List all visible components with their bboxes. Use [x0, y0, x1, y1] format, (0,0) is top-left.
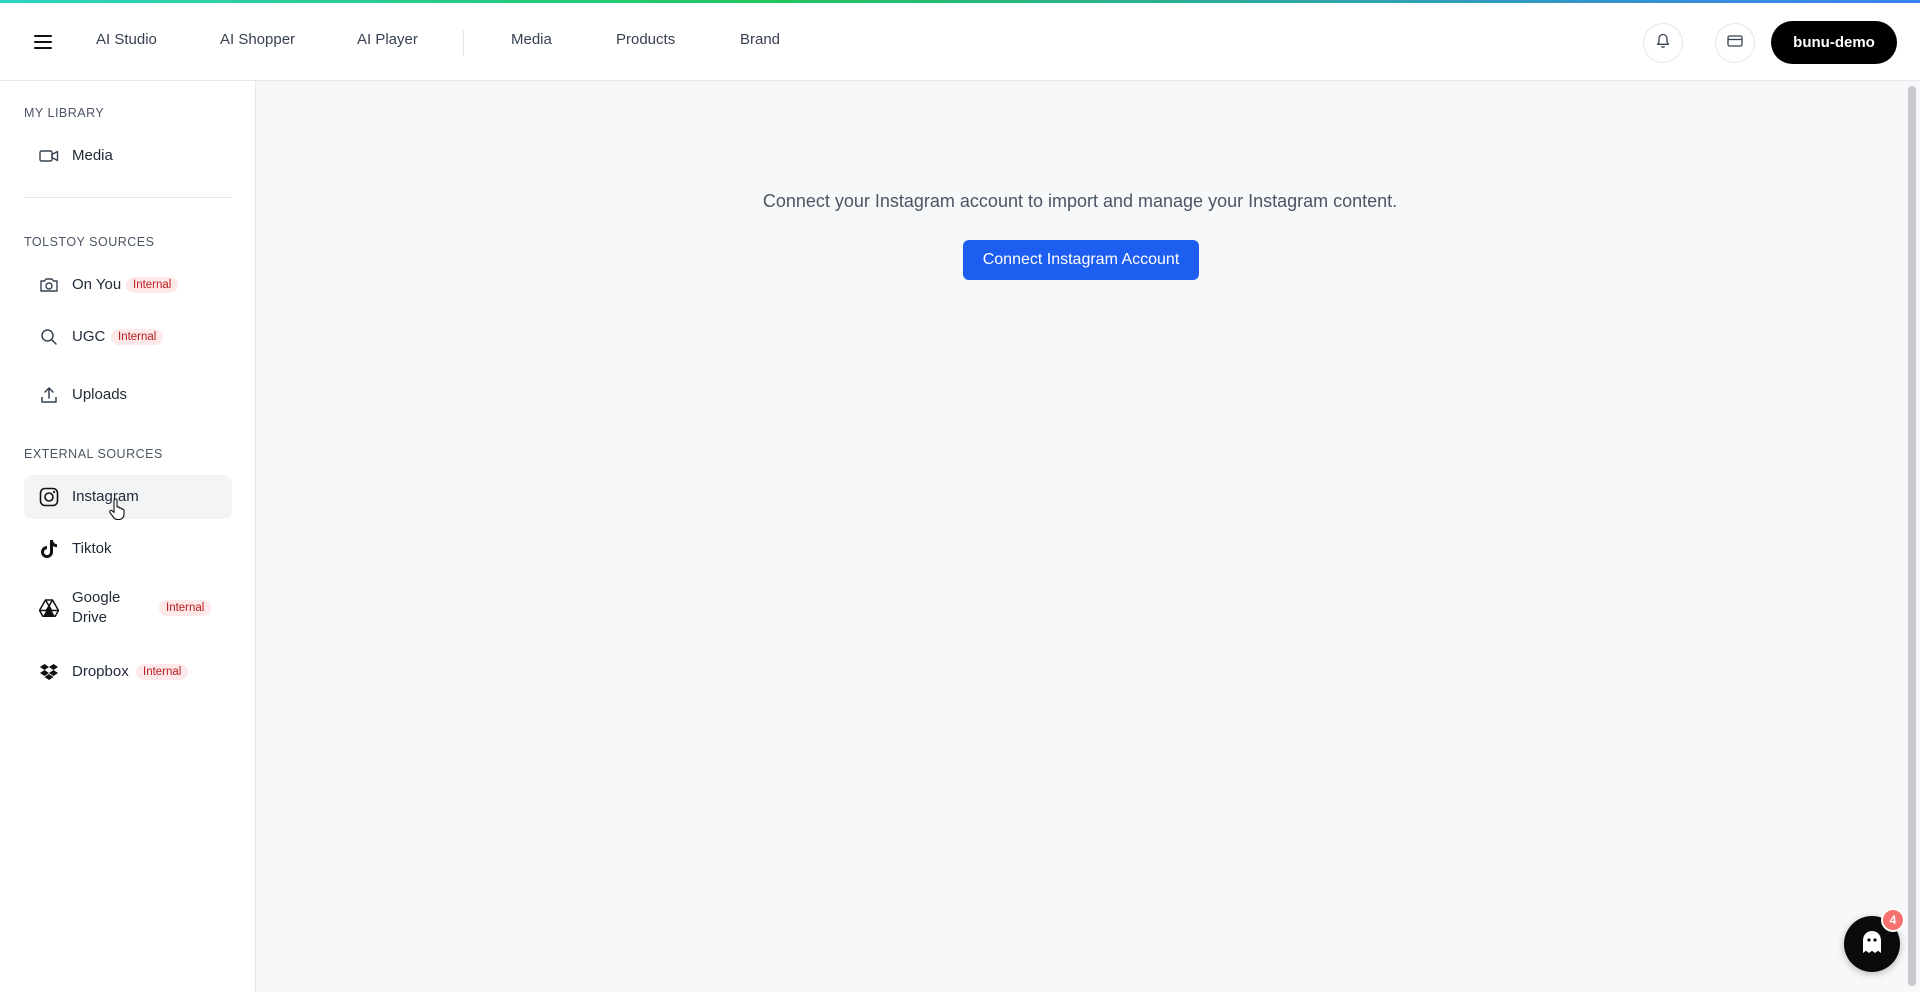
billing-button[interactable] — [1715, 23, 1755, 63]
sidebar-item-label: UGC — [72, 328, 106, 345]
sidebar-divider — [24, 197, 232, 198]
search-icon — [39, 327, 59, 347]
sidebar-item-uploads[interactable]: Uploads — [24, 373, 232, 417]
sidebar-item-label: Dropbox — [72, 663, 129, 680]
hand-cursor-icon — [108, 498, 126, 521]
hamburger-icon[interactable] — [30, 29, 56, 55]
tiktok-icon — [39, 539, 59, 559]
nav-ai-studio[interactable]: AI Studio — [96, 31, 157, 48]
bell-icon — [1656, 33, 1670, 54]
sidebar-item-ugc[interactable]: UGC Internal — [24, 315, 232, 359]
top-navigation-bar: AI Studio AI Shopper AI Player Media Pro… — [0, 3, 1920, 81]
sidebar-item-label: On You — [72, 276, 122, 293]
sidebar: MY LIBRARY Media TOLSTOY SOURCES On You … — [0, 81, 256, 992]
internal-badge: Internal — [136, 664, 189, 680]
sidebar-item-on-you[interactable]: On You Internal — [24, 263, 232, 307]
internal-badge: Internal — [126, 277, 179, 293]
connect-instructions: Connect your Instagram account to import… — [762, 191, 1398, 211]
ghost-chat-icon — [1860, 929, 1884, 960]
section-label-library: MY LIBRARY — [24, 106, 105, 120]
connect-instagram-button[interactable]: Connect Instagram Account — [963, 240, 1199, 280]
main-content: Connect your Instagram account to import… — [256, 81, 1904, 992]
sidebar-item-label: Google Drive — [72, 589, 121, 626]
camera-icon — [39, 275, 59, 295]
scrollbar-thumb[interactable] — [1908, 86, 1916, 986]
sidebar-item-tiktok[interactable]: Tiktok — [24, 527, 232, 571]
sidebar-item-label: Tiktok — [72, 540, 112, 557]
google-drive-icon — [39, 598, 59, 618]
chat-count-badge: 4 — [1881, 908, 1905, 932]
credit-card-icon — [1727, 34, 1743, 52]
nav-ai-player[interactable]: AI Player — [357, 31, 418, 48]
sidebar-item-label: Uploads — [72, 386, 128, 403]
instagram-icon — [39, 487, 59, 507]
dropbox-icon — [39, 662, 59, 682]
section-label-tolstoy: TOLSTOY SOURCES — [24, 235, 155, 249]
notifications-button[interactable] — [1643, 23, 1683, 63]
sidebar-item-label: Instagram — [72, 488, 139, 505]
nav-brand[interactable]: Brand — [740, 31, 780, 48]
account-button[interactable]: bunu-demo — [1771, 21, 1897, 64]
nav-media[interactable]: Media — [511, 31, 552, 48]
nav-ai-shopper[interactable]: AI Shopper — [220, 31, 295, 48]
sidebar-item-instagram[interactable]: Instagram — [24, 475, 232, 519]
sidebar-item-label: Media — [72, 147, 113, 164]
sidebar-item-media[interactable]: Media — [24, 134, 232, 178]
sidebar-item-google-drive[interactable]: Google Drive Internal — [24, 583, 232, 633]
sidebar-item-dropbox[interactable]: Dropbox Internal — [24, 650, 232, 694]
video-camera-icon — [39, 146, 59, 166]
nav-products[interactable]: Products — [616, 31, 675, 48]
internal-badge: Internal — [111, 329, 164, 345]
internal-badge: Internal — [159, 600, 212, 616]
upload-icon — [39, 385, 59, 405]
section-label-external: EXTERNAL SOURCES — [24, 447, 163, 461]
nav-divider — [463, 30, 464, 56]
